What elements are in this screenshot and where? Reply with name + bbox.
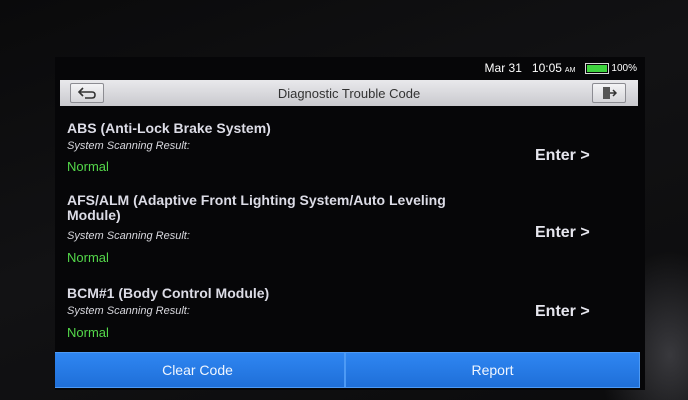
scan-result-label: System Scanning Result:: [67, 230, 190, 242]
battery-icon: [585, 62, 610, 74]
screen: Mar 31 10:05 AM 100% Diagnostic Trouble …: [55, 57, 645, 390]
system-name: BCM#1 (Body Control Module): [67, 285, 270, 301]
status-bar: Mar 31 10:05 AM 100%: [55, 57, 645, 79]
enter-button[interactable]: Enter >: [535, 147, 590, 165]
clear-code-button[interactable]: Clear Code: [55, 352, 345, 388]
scan-result-label: System Scanning Result:: [67, 305, 190, 317]
exit-door-icon: [603, 87, 617, 99]
battery-label: 100%: [611, 62, 637, 74]
report-button[interactable]: Report: [345, 352, 640, 388]
scan-status: Normal: [67, 250, 109, 265]
back-button[interactable]: [70, 83, 104, 103]
date-label: Mar 31: [484, 61, 522, 75]
list-item[interactable]: AFS/ALM (Adaptive Front Lighting System/…: [55, 193, 645, 273]
clock: 10:05 AM: [532, 61, 576, 75]
bottom-toolbar: Clear Code Report: [55, 352, 640, 388]
title-bar: Diagnostic Trouble Code: [60, 80, 638, 106]
page-title: Diagnostic Trouble Code: [277, 85, 421, 101]
scan-status: Normal: [67, 325, 109, 340]
system-name: ABS (Anti-Lock Brake System): [67, 120, 271, 136]
ampm-label: AM: [564, 67, 576, 74]
system-name: AFS/ALM (Adaptive Front Lighting System/…: [67, 192, 446, 223]
enter-button[interactable]: Enter >: [535, 224, 590, 242]
battery-indicator: 100%: [585, 62, 637, 74]
scan-result-label: System Scanning Result:: [67, 140, 190, 152]
enter-button[interactable]: Enter >: [535, 303, 590, 321]
list-item[interactable]: ABS (Anti-Lock Brake System) System Scan…: [55, 119, 645, 181]
back-arrow-icon: [77, 87, 96, 99]
list-item[interactable]: BCM#1 (Body Control Module) System Scann…: [55, 283, 645, 349]
time-label: 10:05: [531, 61, 562, 75]
exit-button[interactable]: [592, 83, 626, 103]
scan-status: Normal: [67, 159, 109, 174]
